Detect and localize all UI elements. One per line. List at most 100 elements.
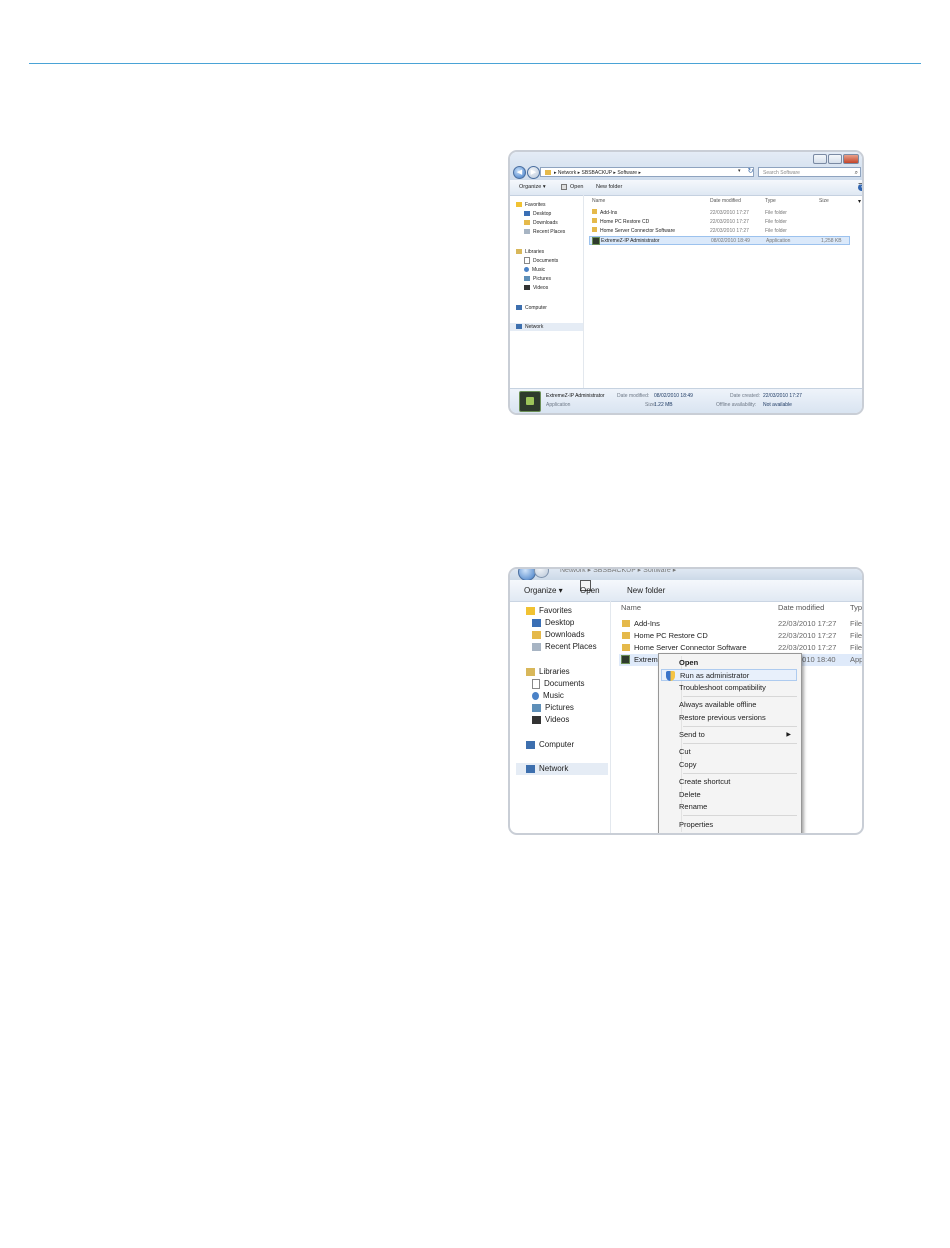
menu-item-always-offline[interactable]: Always available offline: [679, 699, 797, 711]
nav-downloads[interactable]: Downloads: [532, 629, 585, 641]
open-icon: [561, 183, 567, 190]
nav-music[interactable]: Music: [524, 266, 545, 274]
nav-label: Documents: [533, 258, 559, 264]
desktop-icon: [524, 211, 530, 217]
nav-label: Videos: [533, 285, 549, 291]
column-header-type[interactable]: Type: [765, 198, 776, 204]
file-type: Application: [766, 238, 791, 244]
forward-button[interactable]: ▶: [527, 166, 540, 179]
nav-computer[interactable]: Computer: [516, 304, 547, 312]
maximize-button[interactable]: [828, 154, 842, 164]
menu-item-run-as-administrator[interactable]: Run as administrator: [661, 669, 797, 681]
file-row[interactable]: Add-Ins 22/03/2010 17:27 File f: [619, 618, 862, 630]
column-header-date[interactable]: Date modified: [778, 603, 824, 612]
nav-documents[interactable]: Documents: [524, 257, 558, 265]
details-date-modified: 08/02/2010 18:49: [654, 393, 693, 399]
menu-item-troubleshoot[interactable]: Troubleshoot compatibility: [679, 682, 797, 694]
open-button[interactable]: Open: [561, 180, 583, 195]
recent-places-icon: [524, 229, 530, 235]
file-list: Name Date modified Type Size Add-Ins 22/…: [584, 195, 862, 389]
column-header-name[interactable]: Name: [621, 603, 641, 612]
pictures-icon: [532, 703, 541, 712]
chevron-down-icon[interactable]: ▾: [738, 168, 741, 174]
window-titlebar: Network ▸ SBSBACKUP ▸ Software ▸: [510, 569, 862, 581]
nav-libraries[interactable]: Libraries: [526, 666, 570, 678]
column-header-name[interactable]: Name: [592, 198, 605, 204]
file-name: Home PC Restore CD: [600, 219, 650, 225]
address-segment[interactable]: SBSBACKUP: [582, 170, 612, 176]
nav-recent-places[interactable]: Recent Places: [532, 641, 597, 653]
file-name: ExtremeZ-IP Administrator: [601, 238, 660, 244]
nav-downloads[interactable]: Downloads: [524, 219, 558, 227]
menu-item-cut[interactable]: Cut: [679, 746, 797, 758]
nav-label: Desktop: [545, 618, 575, 627]
nav-label: Favorites: [525, 202, 546, 208]
nav-label: Computer: [525, 305, 547, 311]
close-button[interactable]: [843, 154, 859, 164]
nav-label: Libraries: [539, 667, 570, 676]
nav-network[interactable]: Network: [516, 763, 608, 775]
menu-item-restore-versions[interactable]: Restore previous versions: [679, 712, 797, 724]
details-label: Date modified:: [617, 393, 650, 399]
nav-videos[interactable]: Videos: [524, 284, 548, 292]
column-header-type[interactable]: Typ: [850, 603, 862, 612]
details-offline: Not available: [763, 402, 792, 408]
menu-item-properties[interactable]: Properties: [679, 819, 797, 831]
help-icon[interactable]: ?: [858, 184, 862, 191]
file-type: App: [850, 655, 864, 664]
nav-favorites[interactable]: Favorites: [516, 201, 546, 209]
menu-item-rename[interactable]: Rename: [679, 801, 797, 813]
address-bar[interactable]: ▸ Network ▸ SBSBACKUP ▸ Software ▸: [540, 167, 754, 177]
file-name: Add-Ins: [600, 210, 618, 216]
new-folder-button[interactable]: New folder: [627, 580, 665, 601]
organize-button[interactable]: Organize ▾: [519, 180, 546, 195]
organize-button[interactable]: Organize ▾: [524, 580, 563, 601]
music-icon: [524, 267, 529, 273]
nav-label: Pictures: [545, 703, 574, 712]
file-row[interactable]: Add-Ins 22/03/2010 17:27 File folder: [589, 209, 850, 218]
menu-item-open[interactable]: Open: [679, 657, 797, 669]
videos-icon: [524, 285, 530, 291]
back-button[interactable]: ◀: [513, 166, 526, 179]
column-header-size[interactable]: Size: [819, 198, 829, 204]
minimize-button[interactable]: [813, 154, 827, 164]
menu-item-label: Send to: [679, 730, 705, 739]
nav-computer[interactable]: Computer: [526, 739, 574, 751]
menu-item-copy[interactable]: Copy: [679, 759, 797, 771]
address-segment[interactable]: Network: [558, 170, 576, 176]
menu-item-delete[interactable]: Delete: [679, 789, 797, 801]
nav-favorites[interactable]: Favorites: [526, 605, 572, 617]
pictures-icon: [524, 276, 530, 282]
computer-icon: [516, 305, 522, 311]
file-row[interactable]: Home PC Restore CD 22/03/2010 17:27 File…: [619, 630, 862, 642]
menu-item-send-to[interactable]: Send to ▶: [679, 729, 797, 741]
nav-videos[interactable]: Videos: [532, 714, 569, 726]
address-segment[interactable]: Software: [617, 170, 637, 176]
menu-item-create-shortcut[interactable]: Create shortcut: [679, 776, 797, 788]
navigation-pane: Favorites Desktop Downloads Recent Place…: [510, 601, 611, 833]
downloads-icon: [532, 630, 541, 639]
nav-music[interactable]: Music: [532, 690, 564, 702]
nav-pictures[interactable]: Pictures: [532, 702, 574, 714]
refresh-icon[interactable]: ↻: [746, 167, 755, 177]
column-header-date[interactable]: Date modified: [710, 198, 741, 204]
menu-separator: [683, 726, 797, 727]
file-row[interactable]: Home PC Restore CD 22/03/2010 17:27 File…: [589, 218, 850, 227]
new-folder-button[interactable]: New folder: [596, 180, 622, 195]
file-row[interactable]: Home Server Connector Software 22/03/201…: [589, 227, 850, 236]
nav-desktop[interactable]: Desktop: [532, 617, 574, 629]
file-date: 22/03/2010 17:27: [710, 219, 749, 225]
nav-documents[interactable]: Documents: [532, 678, 584, 690]
nav-network[interactable]: Network: [510, 323, 583, 331]
file-row-selected[interactable]: ExtremeZ-IP Administrator 08/02/2010 18:…: [589, 236, 850, 245]
nav-libraries[interactable]: Libraries: [516, 248, 544, 256]
nav-buttons: ◀ ▶: [513, 166, 540, 179]
forward-button[interactable]: [534, 569, 549, 578]
nav-desktop[interactable]: Desktop: [524, 210, 551, 218]
address-bar[interactable]: Network ▸ SBSBACKUP ▸ Software ▸: [560, 569, 676, 576]
nav-label: Computer: [539, 740, 575, 749]
nav-pictures[interactable]: Pictures: [524, 275, 551, 283]
nav-recent-places[interactable]: Recent Places: [524, 228, 565, 236]
search-input[interactable]: Search Software ⌕: [758, 167, 861, 177]
file-date: 22/03/2010 17:27: [778, 631, 837, 640]
